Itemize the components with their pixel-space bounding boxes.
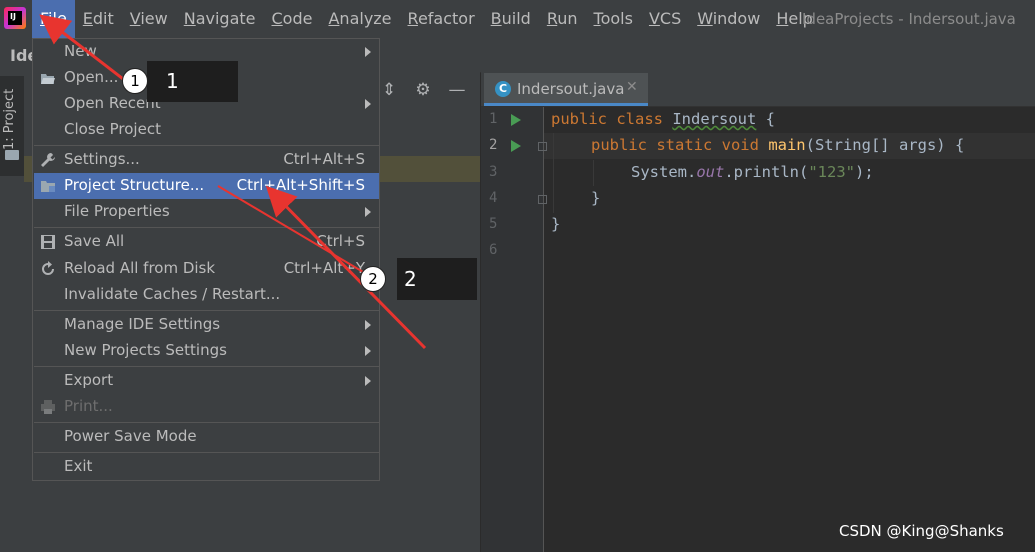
line-number: 6 <box>489 242 498 258</box>
menu-item-manage-ide-settings[interactable]: Manage IDE Settings <box>34 312 379 338</box>
line-number: 1 <box>489 111 498 127</box>
callout-2-marker: 2 <box>360 266 386 292</box>
window-title: IdeaProjects - Indersout.java <box>802 10 1016 28</box>
menu-window[interactable]: Window <box>689 0 768 38</box>
save-icon <box>40 234 56 250</box>
callout-1-label: 1 <box>166 69 179 93</box>
line-number: 3 <box>489 164 498 180</box>
menu-vcs[interactable]: VCS <box>641 0 689 38</box>
code-line[interactable]: System.out.println("123"); <box>631 163 874 181</box>
menu-item-exit[interactable]: Exit <box>34 454 379 480</box>
menu-item-invalidate-caches[interactable]: Invalidate Caches / Restart... <box>34 282 379 308</box>
indent-guide <box>553 133 554 213</box>
wrench-icon <box>40 152 56 168</box>
menu-analyze[interactable]: Analyze <box>320 0 399 38</box>
menu-edit[interactable]: Edit <box>75 0 122 38</box>
tab-label: Indersout.java <box>517 80 625 98</box>
code-line[interactable]: } <box>591 189 600 207</box>
run-icon[interactable] <box>511 140 521 152</box>
fold-icon[interactable] <box>538 142 547 151</box>
menu-view[interactable]: View <box>122 0 176 38</box>
menu-item-project-structure[interactable]: Project Structure... Ctrl+Alt+Shift+S <box>34 173 379 199</box>
watermark: CSDN @King@Shanks <box>839 522 1004 540</box>
submenu-arrow-icon <box>365 47 371 57</box>
callout-1-box <box>147 61 238 102</box>
code-line[interactable]: } <box>551 215 560 233</box>
submenu-arrow-icon <box>365 320 371 330</box>
menu-item-reload-all[interactable]: Reload All from Disk Ctrl+Alt+Y <box>34 256 379 282</box>
file-menu-dropdown: New Open... Open Recent Close Project Se… <box>32 38 380 481</box>
project-panel-tools: ⇕ ⚙ — <box>380 78 466 102</box>
menu-item-settings[interactable]: Settings... Ctrl+Alt+S <box>34 147 379 173</box>
callout-1-marker: 1 <box>122 68 148 94</box>
folder-open-icon <box>40 70 56 86</box>
print-icon <box>40 399 56 415</box>
line-number: 4 <box>489 190 498 206</box>
submenu-arrow-icon <box>365 207 371 217</box>
code-line[interactable]: public static void main(String[] args) { <box>591 136 964 154</box>
minimize-icon[interactable]: — <box>448 80 466 100</box>
menu-run[interactable]: Run <box>539 0 586 38</box>
gear-icon[interactable]: ⚙ <box>414 80 432 100</box>
menu-separator <box>34 366 379 367</box>
code-line[interactable]: public class Indersout { <box>551 110 775 128</box>
menu-build[interactable]: Build <box>483 0 539 38</box>
collapse-icon[interactable]: ⇕ <box>380 80 398 100</box>
close-icon[interactable]: ✕ <box>626 79 638 95</box>
menu-separator <box>34 422 379 423</box>
menu-tools[interactable]: Tools <box>586 0 641 38</box>
intellij-logo-icon[interactable]: IJ <box>4 7 26 29</box>
menu-separator <box>34 145 379 146</box>
menu-navigate[interactable]: Navigate <box>176 0 264 38</box>
menu-item-save-all[interactable]: Save All Ctrl+S <box>34 229 379 255</box>
menu-separator <box>34 452 379 453</box>
submenu-arrow-icon <box>365 99 371 109</box>
menu-item-new-projects-settings[interactable]: New Projects Settings <box>34 338 379 364</box>
menu-code[interactable]: Code <box>264 0 321 38</box>
menu-item-close-project[interactable]: Close Project <box>34 117 379 143</box>
indent-guide <box>593 160 594 186</box>
menu-item-file-properties[interactable]: File Properties <box>34 199 379 225</box>
menu-item-power-save-mode[interactable]: Power Save Mode <box>34 424 379 450</box>
menu-refactor[interactable]: Refactor <box>400 0 483 38</box>
reload-icon <box>40 261 56 277</box>
line-number: 2 <box>489 137 498 153</box>
callout-2-label: 2 <box>404 267 417 291</box>
project-structure-icon <box>40 178 56 194</box>
project-tab-label: 1: Project <box>2 88 17 150</box>
menu-bar: IJ File Edit View Navigate Code Analyze … <box>0 0 1035 38</box>
java-class-icon: C <box>495 81 511 97</box>
submenu-arrow-icon <box>365 346 371 356</box>
project-folder-icon <box>5 150 19 160</box>
menu-item-export[interactable]: Export <box>34 368 379 394</box>
line-number: 5 <box>489 216 498 232</box>
submenu-arrow-icon <box>365 376 371 386</box>
menu-file[interactable]: File <box>32 0 75 38</box>
menu-item-print: Print... <box>34 394 379 420</box>
fold-icon[interactable] <box>538 195 547 204</box>
menu-items: File Edit View Navigate Code Analyze Ref… <box>32 0 821 38</box>
menu-separator <box>34 227 379 228</box>
tab-indersout-java[interactable]: C Indersout.java ✕ <box>484 73 648 106</box>
menu-separator <box>34 310 379 311</box>
run-icon[interactable] <box>511 114 521 126</box>
